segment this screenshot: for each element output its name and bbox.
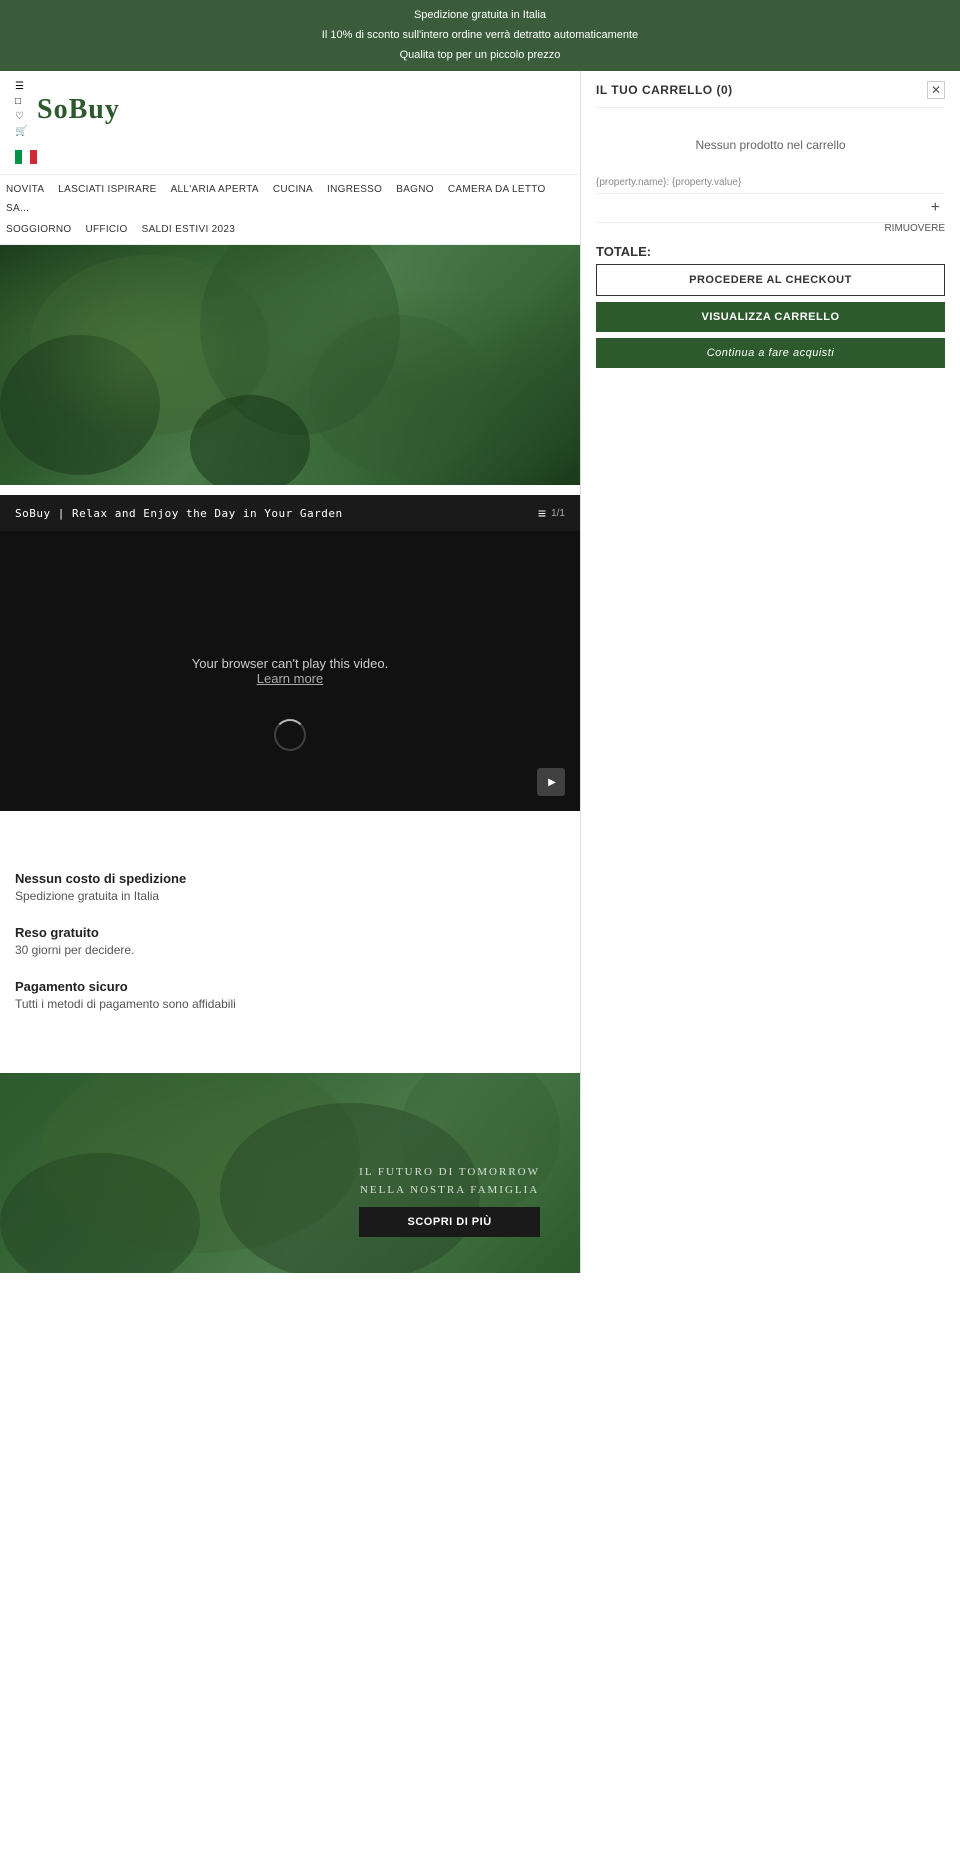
cart-view-button[interactable]: VISUALIZZA CARRELLO [596, 302, 945, 332]
cart-add-row: + [596, 194, 945, 223]
bottom-banner: il futuro di tomorrownella nostra famigl… [0, 1073, 580, 1273]
main-content: ☰ □ ♡ 🛒 SoBuy NOVITA LASCIATI ISPIRARE A… [0, 71, 580, 1273]
header-icons: ☰ □ ♡ 🛒 [15, 81, 27, 138]
video-counter: 1/1 [551, 508, 565, 519]
flag-icon [15, 150, 37, 164]
cart-sidebar: IL TUO CARRELLO (0) ✕ Nessun prodotto ne… [580, 71, 960, 1273]
site-logo[interactable]: SoBuy [37, 94, 120, 126]
features-section: Nessun costo di spedizione Spedizione gr… [0, 841, 580, 1053]
video-header: SoBuy | Relax and Enjoy the Day in Your … [0, 495, 580, 531]
banner-line3: Qualita top per un piccolo prezzo [10, 46, 950, 66]
video-play-button[interactable] [537, 768, 565, 796]
cart-totale-label: TOTALE: [596, 234, 945, 264]
video-title: SoBuy | Relax and Enjoy the Day in Your … [15, 507, 343, 520]
header-icon-4[interactable]: 🛒 [15, 126, 27, 138]
cart-empty-message: Nessun prodotto nel carrello [596, 118, 945, 172]
nav-item-sa[interactable]: SA... [0, 200, 35, 217]
cart-continue-button[interactable]: Continua a fare acquisti [596, 338, 945, 368]
nav-item-camera[interactable]: CAMERA DA LETTO [442, 181, 552, 198]
nav-item-ingresso[interactable]: INGRESSO [321, 181, 388, 198]
nav-item-saldi[interactable]: SALDI ESTIVI 2023 [136, 221, 241, 238]
nav-row-1: NOVITA LASCIATI ISPIRARE ALL'ARIA APERTA… [0, 179, 580, 219]
nav-item-cucina[interactable]: CUCINA [267, 181, 319, 198]
cart-title: IL TUO CARRELLO (0) [596, 83, 733, 97]
feature-shipping-desc: Spedizione gratuita in Italia [15, 889, 565, 903]
hero-svg [0, 245, 580, 485]
nav-item-lasciati[interactable]: LASCIATI ISPIRARE [52, 181, 162, 198]
nav-item-soggiorno[interactable]: SOGGIORNO [0, 221, 77, 238]
feature-shipping-title: Nessun costo di spedizione [15, 871, 565, 886]
bottom-banner-content: il futuro di tomorrownella nostra famigl… [359, 1164, 540, 1243]
nav-row-2: SOGGIORNO UFFICIO SALDI ESTIVI 2023 [0, 219, 580, 240]
bottom-banner-text: il futuro di tomorrownella nostra famigl… [359, 1164, 540, 1199]
video-player-area: Your browser can't play this video. Lear… [0, 531, 580, 811]
video-error-text: Your browser can't play this video. Lear… [192, 656, 388, 686]
video-section: SoBuy | Relax and Enjoy the Day in Your … [0, 495, 580, 811]
feature-shipping: Nessun costo di spedizione Spedizione gr… [15, 871, 565, 903]
site-header: ☰ □ ♡ 🛒 SoBuy [0, 71, 580, 174]
banner-line1: Spedizione gratuita in Italia [10, 6, 950, 26]
video-controls-top: ≡ 1/1 [538, 505, 565, 521]
nav-item-bagno[interactable]: BAGNO [390, 181, 440, 198]
header-icon-2[interactable]: □ [15, 96, 27, 108]
video-learn-more-link[interactable]: Learn more [257, 671, 323, 686]
nav-item-ufficio[interactable]: UFFICIO [79, 221, 133, 238]
nav-item-allaria[interactable]: ALL'ARIA APERTA [165, 181, 265, 198]
feature-return-desc: 30 giorni per decidere. [15, 943, 565, 957]
banner-line2: Il 10% di sconto sull'intero ordine verr… [10, 26, 950, 46]
top-banner: Spedizione gratuita in Italia Il 10% di … [0, 0, 960, 71]
cart-header: IL TUO CARRELLO (0) ✕ [596, 81, 945, 108]
cart-add-button[interactable]: + [926, 199, 945, 217]
bottom-banner-button[interactable]: Scopri di più [359, 1207, 540, 1237]
header-icon-1[interactable]: ☰ [15, 81, 27, 93]
cart-remove-link[interactable]: RIMUOVERE [596, 223, 945, 234]
feature-return: Reso gratuito 30 giorni per decidere. [15, 925, 565, 957]
header-icon-3[interactable]: ♡ [15, 111, 27, 123]
feature-return-title: Reso gratuito [15, 925, 565, 940]
cart-close-button[interactable]: ✕ [927, 81, 945, 99]
feature-payment-title: Pagamento sicuro [15, 979, 565, 994]
cart-checkout-button[interactable]: PROCEDERE AL CHECKOUT [596, 264, 945, 296]
video-menu-icon[interactable]: ≡ [538, 505, 546, 521]
video-spinner [274, 719, 306, 751]
feature-payment: Pagamento sicuro Tutti i metodi di pagam… [15, 979, 565, 1011]
hero-image [0, 245, 580, 485]
main-nav: NOVITA LASCIATI ISPIRARE ALL'ARIA APERTA… [0, 174, 580, 245]
header-top: ☰ □ ♡ 🛒 SoBuy [15, 81, 565, 138]
feature-payment-desc: Tutti i metodi di pagamento sono affidab… [15, 997, 565, 1011]
nav-item-novita[interactable]: NOVITA [0, 181, 50, 198]
cart-property-row: {property.name}: {property.value} [596, 172, 945, 194]
